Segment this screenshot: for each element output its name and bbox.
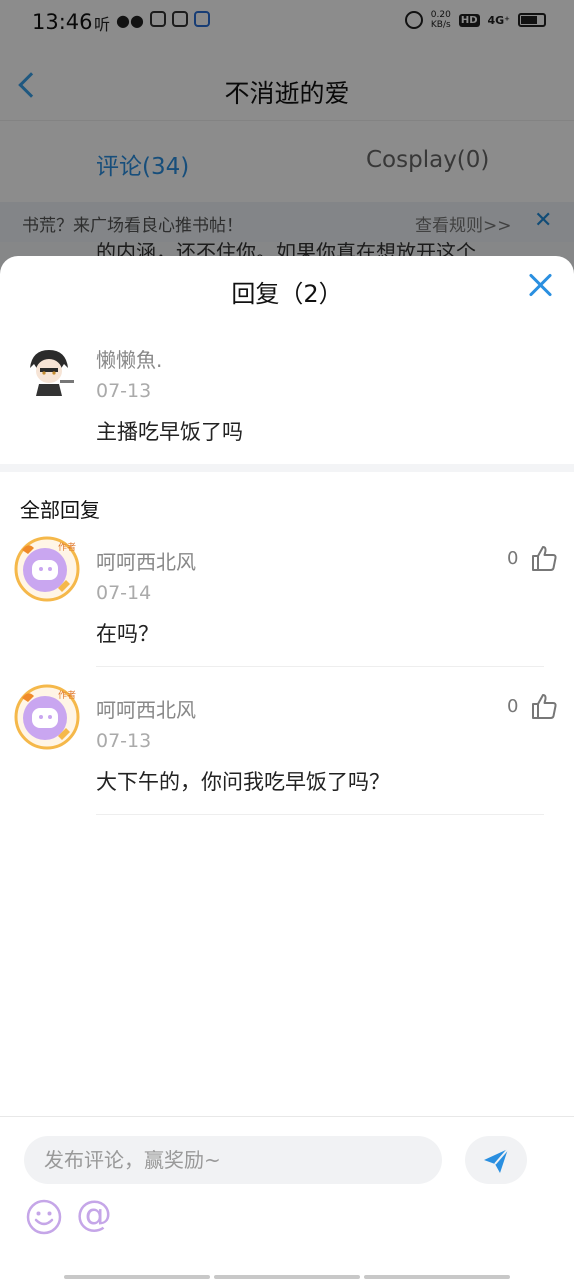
thumbs-up-icon[interactable]	[530, 544, 558, 572]
reply-date: 07-13	[96, 730, 152, 752]
reply-date: 07-14	[96, 582, 152, 604]
reply-text: 大下午的，你问我吃早饭了吗？	[96, 770, 390, 794]
author-avatar[interactable]: 作者	[14, 684, 80, 750]
send-icon	[484, 1148, 509, 1173]
like-count: 0	[507, 548, 519, 569]
user-name[interactable]: 懒懒魚.	[96, 344, 162, 373]
send-button[interactable]	[465, 1136, 527, 1184]
comment-input-bar: @	[0, 1116, 574, 1280]
reply-user-name[interactable]: 呵呵西北风	[96, 546, 196, 575]
author-badge: 作者	[58, 689, 76, 701]
reply-user-name[interactable]: 呵呵西北风	[96, 694, 196, 723]
home-indicator	[64, 1275, 510, 1279]
reply-text: 在吗？	[96, 622, 159, 646]
sheet-title: 回复（2）	[231, 280, 343, 308]
close-icon[interactable]	[526, 270, 556, 300]
emoji-icon[interactable]	[26, 1199, 62, 1235]
row-divider	[96, 814, 544, 815]
comment-text: 主播吃早饭了吗	[96, 420, 243, 444]
author-avatar[interactable]: 作者	[14, 536, 80, 602]
comment-date: 07-13	[96, 380, 152, 402]
divider	[0, 464, 574, 472]
all-replies-heading: 全部回复	[20, 498, 100, 522]
comment-input[interactable]	[24, 1136, 442, 1184]
author-badge: 作者	[58, 541, 76, 553]
thumbs-up-icon[interactable]	[530, 692, 558, 720]
row-divider	[96, 666, 544, 667]
mention-icon[interactable]: @	[76, 1195, 112, 1235]
avatar[interactable]	[20, 342, 78, 400]
like-count: 0	[507, 696, 519, 717]
